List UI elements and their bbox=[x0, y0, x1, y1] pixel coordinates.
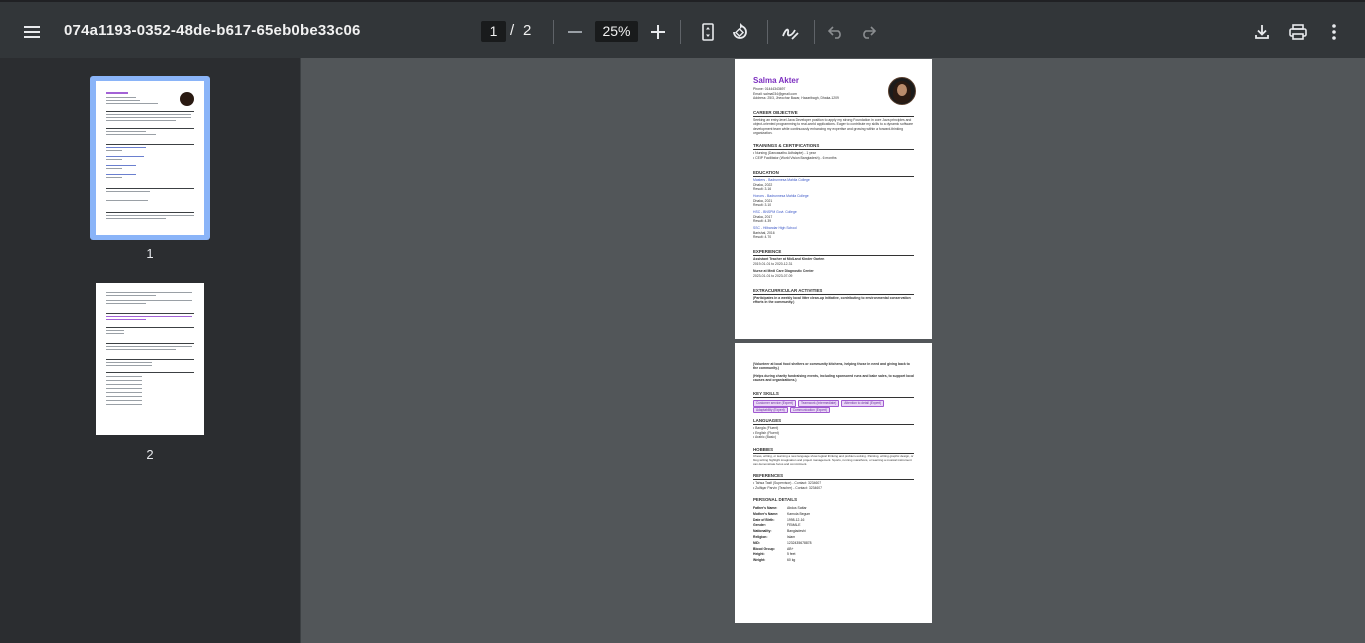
draw-icon[interactable] bbox=[778, 20, 802, 44]
toolbar-divider bbox=[680, 20, 681, 44]
personal-row: Weight: 60 kg bbox=[753, 558, 812, 564]
personal-value: 60 kg bbox=[787, 558, 796, 563]
thumbnail-page-1[interactable] bbox=[96, 81, 204, 235]
section-heading: REFERENCES bbox=[753, 473, 914, 480]
fit-page-icon[interactable] bbox=[696, 20, 720, 44]
thumbnail-page-2[interactable] bbox=[96, 283, 204, 435]
education-detail: Result: 3.10 bbox=[753, 203, 772, 207]
rotate-icon[interactable] bbox=[728, 20, 752, 44]
volunteer-text: (Volunteer at local food shelters or com… bbox=[753, 362, 910, 371]
toolbar-divider bbox=[767, 20, 768, 44]
pdf-page-1: Salma Akter Phone: 01444343697 Email: sa… bbox=[735, 59, 932, 339]
section-heading: EXPERIENCE bbox=[753, 249, 914, 256]
total-pages: 2 bbox=[523, 22, 532, 39]
training-item: • CEIP Facilitator (World Vision Banglad… bbox=[753, 155, 837, 160]
thumbnail-label-1: 1 bbox=[146, 246, 154, 261]
section-heading: EXTRACURRICULAR ACTIVITIES bbox=[753, 288, 914, 295]
toolbar-divider bbox=[814, 20, 815, 44]
skill-chip: Communication (Expert) bbox=[789, 406, 831, 413]
thumbnail-sidebar: 1 2 bbox=[0, 58, 301, 643]
education-detail: Result: 3.16 bbox=[753, 187, 772, 191]
reference-item: • Zulfiqar Parvin (Teacher) - Contact: 3… bbox=[753, 485, 823, 490]
skill-chip: Attention to detail (Expert) bbox=[841, 400, 885, 407]
more-icon[interactable] bbox=[1322, 20, 1346, 44]
section-heading: HOBBIES bbox=[753, 447, 914, 454]
zoom-out-icon[interactable] bbox=[563, 20, 587, 44]
resume-name: Salma Akter bbox=[753, 76, 799, 85]
education-detail: Result: 4.39 bbox=[753, 219, 772, 223]
toolbar-divider bbox=[553, 20, 554, 44]
extracurricular-text: (Participates in a weekly local litter c… bbox=[753, 296, 911, 305]
profile-photo bbox=[888, 77, 916, 105]
undo-icon[interactable] bbox=[824, 20, 848, 44]
pdf-page-2: (Volunteer at local food shelters or com… bbox=[735, 343, 932, 623]
language-item: • Arabic (Basic) bbox=[753, 435, 777, 439]
document-title: 074a1193-0352-48de-b617-65eb0be33c06 bbox=[64, 22, 361, 39]
page-separator: / bbox=[510, 22, 515, 39]
thumbnail-label-2: 2 bbox=[146, 447, 154, 462]
personal-key: Weight: bbox=[753, 558, 766, 563]
section-heading: LANGUAGES bbox=[753, 418, 914, 425]
volunteer-text: (Helps during charity fundraising events… bbox=[753, 374, 914, 383]
objective-text: Seeking an entry-level Java Developer po… bbox=[753, 118, 913, 136]
pdf-toolbar: 074a1193-0352-48de-b617-65eb0be33c06 1 /… bbox=[0, 0, 1365, 58]
hobbies-text: Chess, writing, or learning a new langua… bbox=[753, 454, 914, 466]
zoom-in-icon[interactable] bbox=[646, 20, 670, 44]
skills-row: Adaptability (Expert) Communication (Exp… bbox=[753, 406, 831, 413]
skill-chip: Adaptability (Expert) bbox=[753, 406, 788, 413]
zoom-input[interactable]: 25% bbox=[595, 21, 638, 42]
section-heading: KEY SKILLS bbox=[753, 391, 914, 398]
experience-dates: 2023-01-01 to 2023-07-09 bbox=[753, 273, 793, 278]
redo-icon[interactable] bbox=[856, 20, 880, 44]
section-heading: PERSONAL DETAILS bbox=[753, 497, 797, 502]
section-heading: TRAININGS & CERTIFICATIONS bbox=[753, 143, 914, 150]
experience-dates: 2019-01-01 to 2020-12-31 bbox=[753, 261, 793, 266]
section-heading: EDUCATION bbox=[753, 170, 914, 177]
section-heading: CAREER OBJECTIVE bbox=[753, 110, 914, 117]
education-detail: Result: 4.70 bbox=[753, 235, 772, 239]
menu-icon[interactable] bbox=[16, 16, 48, 48]
print-icon[interactable] bbox=[1286, 20, 1310, 44]
download-icon[interactable] bbox=[1250, 20, 1274, 44]
personal-details-table: Father's Name: Abdus Sattar Mother's Name… bbox=[753, 506, 812, 564]
current-page-input[interactable]: 1 bbox=[481, 21, 506, 42]
contact-address: Address: 25/3, Jheochar Bazar, Hazaribag… bbox=[753, 96, 839, 100]
